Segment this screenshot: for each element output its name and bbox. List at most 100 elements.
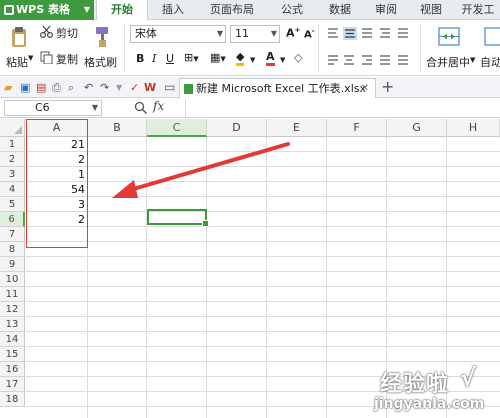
row-header-17[interactable]: 17 — [0, 377, 25, 392]
font-size-select[interactable]: 11 ▼ — [230, 25, 280, 43]
ribbon-separator — [318, 24, 319, 72]
tab-view[interactable]: 视图 — [408, 0, 454, 20]
row-header-15[interactable]: 15 — [0, 347, 25, 362]
row-header-2[interactable]: 2 — [0, 152, 25, 167]
column-header-b[interactable]: B — [88, 119, 147, 137]
column-header-g[interactable]: G — [387, 119, 447, 137]
tab-formulas[interactable]: 公式 — [270, 0, 314, 20]
increase-font-icon[interactable]: A+ — [286, 26, 300, 40]
row-header-5[interactable]: 5 — [0, 197, 25, 212]
tab-review[interactable]: 审阅 — [364, 0, 408, 20]
name-box[interactable]: C6 ▼ — [4, 100, 102, 116]
export-pdf-icon[interactable]: ▤ — [36, 81, 46, 94]
zoom-icon[interactable] — [134, 101, 148, 115]
tab-insert[interactable]: 插入 — [150, 0, 196, 20]
add-tab-icon[interactable]: + — [381, 78, 394, 96]
column-header-h[interactable]: H — [447, 119, 500, 137]
chevron-down-icon: ▼ — [91, 103, 98, 112]
insert-function-icon[interactable]: fx — [153, 99, 164, 113]
formula-bar: C6 ▼ fx — [0, 98, 500, 118]
chevron-down-icon: ▼ — [470, 56, 476, 64]
copy-icon — [40, 51, 53, 64]
font-name-value: 宋体 — [135, 27, 157, 40]
wps-logo-icon — [4, 5, 14, 15]
row-header-9[interactable]: 9 — [0, 257, 25, 272]
merge-center-button[interactable]: 合并居中 ▼ — [424, 24, 476, 72]
decrease-font-icon[interactable]: A- — [304, 27, 315, 40]
annotation-highlight-box — [26, 119, 88, 248]
tab-home[interactable]: 开始 — [96, 0, 148, 21]
copy-button[interactable]: 复制 — [40, 50, 82, 66]
chevron-down-icon: ▼ — [270, 29, 277, 38]
undo-icon[interactable]: ↶ — [84, 81, 93, 94]
paste-button[interactable]: 粘贴 ▼ — [4, 24, 34, 72]
border-icon[interactable]: ⊞▼ — [184, 51, 199, 64]
redo-icon[interactable]: ↷ — [100, 81, 109, 94]
column-header-e[interactable]: E — [267, 119, 327, 137]
formula-input[interactable] — [185, 99, 500, 117]
chevron-down-icon: ▼ — [83, 5, 90, 14]
row-header-11[interactable]: 11 — [0, 287, 25, 302]
tab-data[interactable]: 数据 — [318, 0, 362, 20]
menu-tab-bar: WPS 表格 ▼ 开始 插入 页面布局 公式 数据 审阅 视图 开发工 — [0, 0, 500, 21]
document-tab-title: 新建 Microsoft Excel 工作表.xlsx — [196, 82, 366, 95]
open-folder-icon[interactable]: ▰ — [4, 81, 12, 94]
row-header-13[interactable]: 13 — [0, 317, 25, 332]
chevron-down-icon: ▼ — [250, 56, 256, 64]
fill-color-icon[interactable]: ▦▼ — [210, 51, 226, 64]
watermark: 经验啦 √ jingyanla.com — [374, 364, 500, 418]
row-header-3[interactable]: 3 — [0, 167, 25, 182]
row-header-1[interactable]: 1 — [0, 137, 25, 152]
clear-format-icon[interactable]: ◇ — [294, 51, 302, 64]
wrap-text-button[interactable]: 自动 — [478, 24, 500, 72]
annotation-arrow — [112, 142, 290, 198]
column-header-d[interactable]: D — [207, 119, 267, 137]
row-header-6[interactable]: 6 — [0, 212, 25, 227]
pin-icon[interactable]: ✓ — [130, 81, 139, 94]
document-tab[interactable]: 新建 Microsoft Excel 工作表.xlsx ✕ — [179, 78, 376, 98]
row-header-14[interactable]: 14 — [0, 332, 25, 347]
font-name-select[interactable]: 宋体 ▼ — [130, 25, 226, 43]
row-header-12[interactable]: 12 — [0, 302, 25, 317]
tab-page-layout[interactable]: 页面布局 — [196, 0, 268, 20]
tab-developer[interactable]: 开发工 — [456, 0, 500, 20]
row-header-10[interactable]: 10 — [0, 272, 25, 287]
active-cell-c6[interactable] — [147, 209, 209, 227]
underline-icon[interactable]: U — [166, 52, 174, 65]
row-header-16[interactable]: 16 — [0, 362, 25, 377]
ribbon-home: 粘贴 ▼ 剪切 复制 格式刷 宋体 ▼ 11 ▼ A+ A- B I U ⊞▼ … — [0, 20, 500, 76]
ribbon-separator — [420, 24, 421, 72]
wps-w-icon[interactable]: W — [144, 81, 156, 94]
merge-cells-icon — [438, 27, 460, 46]
print-icon[interactable]: ⎙ — [52, 81, 61, 94]
format-painter-label: 格式刷 — [84, 56, 117, 69]
print-preview-icon[interactable]: ⌕ — [68, 81, 74, 94]
new-tab-icon[interactable]: ▭ — [164, 81, 175, 94]
chevron-down-icon[interactable]: ▼ — [116, 81, 122, 94]
quick-access-bar: ▰ ▣ ▤ ⎙ ⌕ ↶ ↷ ▼ ✓ W ▭ 新建 Microsoft Excel… — [0, 77, 500, 98]
select-all-corner[interactable] — [0, 119, 25, 137]
row-header-4[interactable]: 4 — [0, 182, 25, 197]
cut-button[interactable]: 剪切 — [40, 24, 82, 40]
clipboard-icon — [12, 27, 26, 47]
highlight-icon[interactable]: ◆ — [236, 50, 245, 66]
wrap-text-icon — [484, 27, 500, 46]
italic-icon[interactable]: I — [152, 52, 156, 65]
column-header-c[interactable]: C — [147, 119, 207, 137]
merge-center-label: 合并居中 — [426, 56, 470, 69]
save-icon[interactable]: ▣ — [20, 81, 30, 94]
watermark-check: √ — [460, 364, 478, 392]
close-icon[interactable]: ✕ — [361, 79, 369, 98]
row-header-8[interactable]: 8 — [0, 242, 25, 257]
chevron-down-icon: ▼ — [28, 54, 34, 62]
font-size-value: 11 — [235, 27, 249, 40]
bold-icon[interactable]: B — [136, 52, 144, 65]
watermark-title: 经验啦 — [380, 372, 450, 397]
row-header-7[interactable]: 7 — [0, 227, 25, 242]
format-painter-button[interactable]: 格式刷 — [84, 24, 118, 72]
column-header-f[interactable]: F — [327, 119, 387, 137]
name-box-value: C6 — [35, 101, 50, 114]
row-header-18[interactable]: 18 — [0, 392, 25, 407]
font-color-icon[interactable]: A — [266, 50, 275, 66]
wps-menu-button[interactable]: WPS 表格 ▼ — [0, 0, 94, 20]
